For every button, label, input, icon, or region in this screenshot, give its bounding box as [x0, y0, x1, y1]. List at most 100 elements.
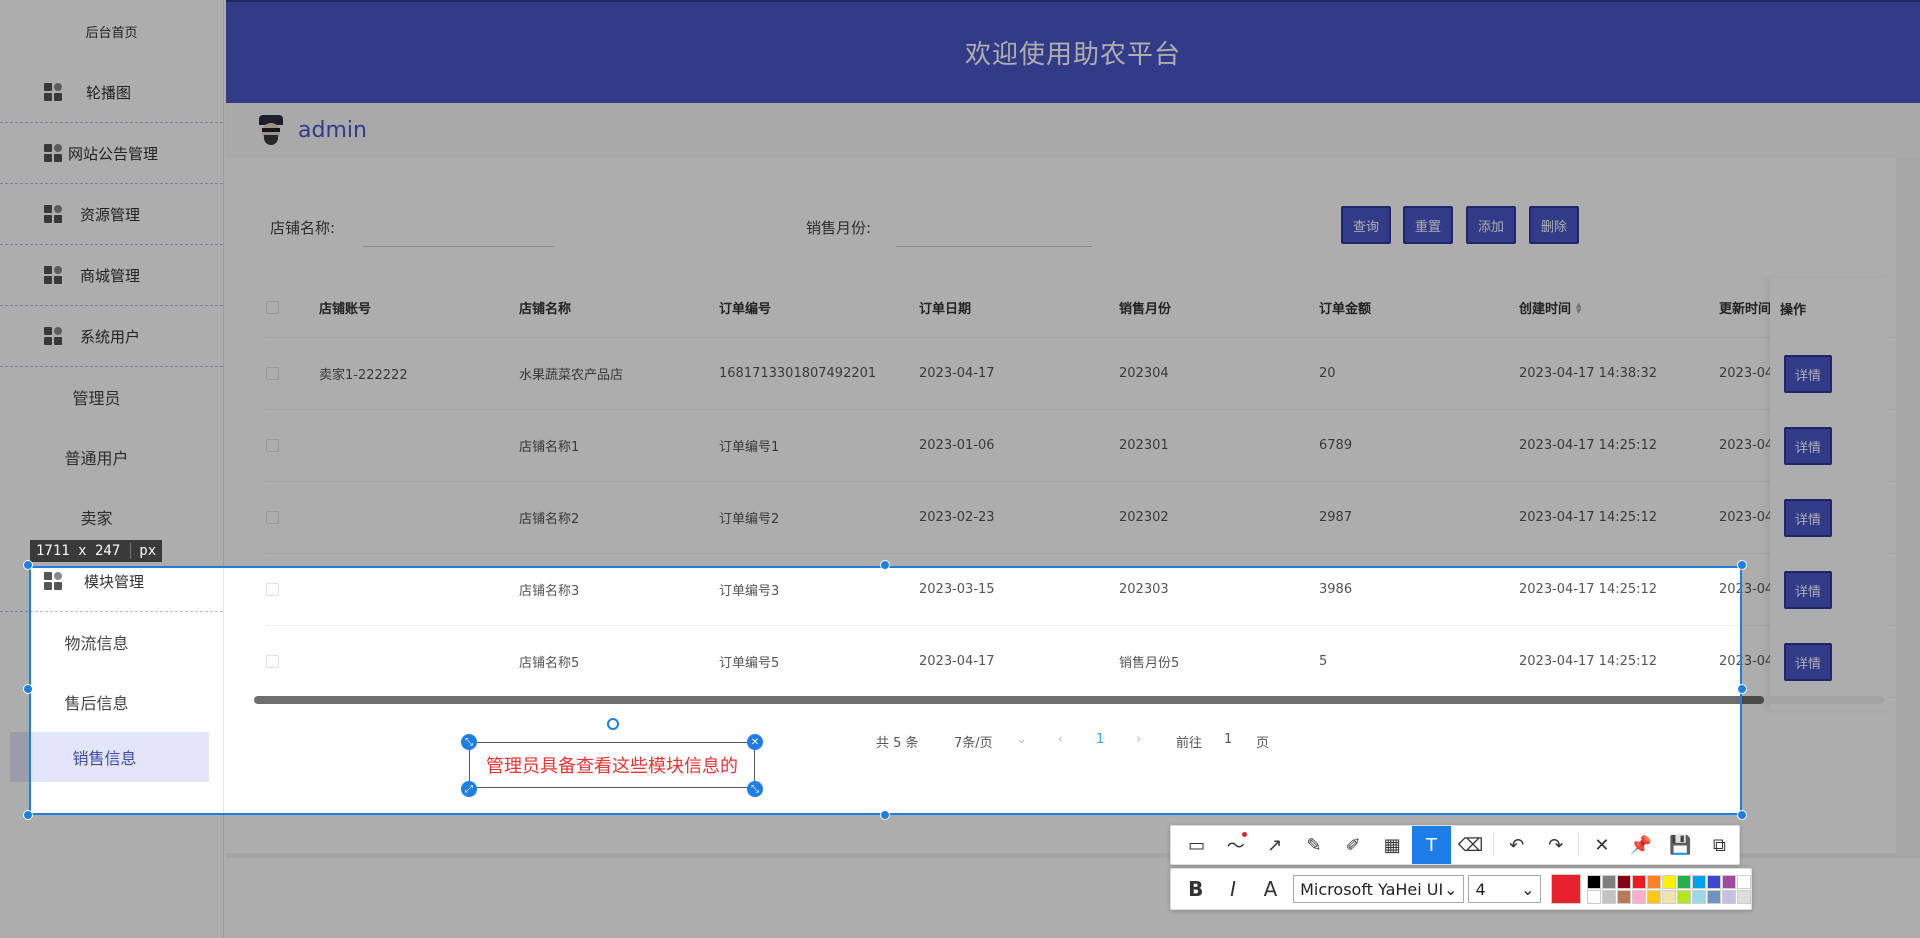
color-swatch[interactable]: [1692, 889, 1706, 904]
color-swatch[interactable]: [1662, 874, 1676, 889]
arrow-icon[interactable]: ↗: [1255, 826, 1294, 864]
color-swatch[interactable]: [1617, 874, 1631, 889]
sidebar-subitem-admin[interactable]: 管理员: [0, 367, 223, 427]
color-swatch[interactable]: [1677, 874, 1691, 889]
font-family-select[interactable]: Microsoft YaHei UI ⌄: [1293, 875, 1465, 903]
sidebar-subitem-after-sales[interactable]: 售后信息: [0, 672, 223, 732]
color-swatch[interactable]: [1602, 874, 1616, 889]
detail-button[interactable]: 详情: [1784, 499, 1832, 537]
sidebar-item-system-users[interactable]: 系统用户: [0, 306, 223, 367]
close-icon[interactable]: ✕: [747, 734, 763, 750]
table-cell: 2023-01-06: [919, 438, 995, 453]
reset-button[interactable]: 重置: [1403, 206, 1454, 244]
pen-icon[interactable]: ✎: [1294, 826, 1333, 864]
color-swatch[interactable]: [1737, 889, 1751, 904]
resize-handle[interactable]: [23, 684, 33, 694]
resize-handle[interactable]: [23, 560, 33, 570]
eraser-icon[interactable]: ⌫: [1451, 826, 1490, 864]
avatar[interactable]: [256, 113, 286, 149]
username[interactable]: admin: [298, 118, 367, 143]
sidebar-subitem-normal-user[interactable]: 普通用户: [0, 427, 223, 487]
scrollbar-thumb[interactable]: [254, 696, 1764, 704]
sidebar-subitem-seller[interactable]: 卖家: [0, 487, 223, 547]
sidebar-item-notice[interactable]: 网站公告管理: [0, 123, 223, 184]
text-icon[interactable]: T: [1411, 826, 1451, 864]
resize-handle[interactable]: [1737, 560, 1747, 570]
resize-handle[interactable]: [1737, 684, 1747, 694]
color-swatch[interactable]: [1587, 874, 1601, 889]
color-swatch[interactable]: [1632, 889, 1646, 904]
close-icon[interactable]: ✕: [1582, 826, 1621, 864]
detail-button[interactable]: 详情: [1784, 571, 1832, 609]
font-size-select[interactable]: 4 ⌄: [1468, 875, 1542, 903]
row-checkbox[interactable]: [266, 410, 279, 481]
row-checkbox[interactable]: [266, 554, 279, 625]
color-swatch[interactable]: [1587, 889, 1601, 904]
sales-month-input[interactable]: [896, 211, 1092, 247]
save-icon[interactable]: 💾: [1661, 826, 1700, 864]
page-number[interactable]: 1: [1096, 732, 1104, 747]
redo-icon[interactable]: ↷: [1536, 826, 1575, 864]
color-swatch[interactable]: [1647, 889, 1661, 904]
horizontal-scrollbar[interactable]: [254, 696, 1884, 704]
resize-arrows-icon[interactable]: ⤡: [747, 781, 763, 797]
next-page-icon[interactable]: ›: [1136, 732, 1141, 747]
resize-arrows-icon[interactable]: ⤢: [461, 781, 477, 797]
mosaic-icon[interactable]: ▦: [1373, 826, 1412, 864]
text-annotation[interactable]: 管理员具备查看这些模块信息的: [469, 742, 755, 788]
current-color-swatch[interactable]: [1551, 874, 1581, 904]
detail-button[interactable]: 详情: [1784, 643, 1832, 681]
color-swatch[interactable]: [1707, 889, 1721, 904]
menu-grid-icon: [44, 266, 64, 284]
detail-button[interactable]: 详情: [1784, 427, 1832, 465]
marker-icon[interactable]: ✐: [1334, 826, 1373, 864]
color-swatch[interactable]: [1677, 889, 1691, 904]
undo-icon[interactable]: ↶: [1497, 826, 1536, 864]
color-swatch[interactable]: [1722, 889, 1736, 904]
resize-handle[interactable]: [880, 810, 890, 820]
color-swatch[interactable]: [1617, 889, 1631, 904]
query-button[interactable]: 查询: [1341, 206, 1392, 244]
color-swatch[interactable]: [1662, 889, 1676, 904]
sidebar-item-resources[interactable]: 资源管理: [0, 184, 223, 245]
outline-text-icon[interactable]: A: [1252, 870, 1289, 908]
table-cell: 2023-03-15: [919, 582, 995, 597]
shape-icon[interactable]: ▭: [1177, 826, 1216, 864]
table-cell: 2023-04: [1719, 366, 1773, 381]
color-swatch[interactable]: [1722, 874, 1736, 889]
color-swatch[interactable]: [1632, 874, 1646, 889]
color-swatch[interactable]: [1707, 874, 1721, 889]
rotate-handle-icon[interactable]: [607, 718, 619, 730]
bold-icon[interactable]: B: [1177, 870, 1214, 908]
sidebar-item-mall[interactable]: 商城管理: [0, 245, 223, 306]
sidebar-subitem-logistics[interactable]: 物流信息: [0, 612, 223, 672]
prev-page-icon[interactable]: ‹: [1058, 732, 1063, 747]
sidebar-item-carousel[interactable]: 轮播图: [0, 62, 223, 123]
row-checkbox[interactable]: [266, 626, 279, 697]
row-checkbox[interactable]: [266, 482, 279, 553]
resize-handle[interactable]: [23, 810, 33, 820]
color-swatch[interactable]: [1737, 874, 1751, 889]
resize-handle[interactable]: [1737, 810, 1747, 820]
line-icon[interactable]: 〜: [1216, 826, 1255, 864]
sidebar-item-home[interactable]: 后台首页: [0, 0, 223, 62]
sidebar-subitem-sales[interactable]: 销售信息: [10, 732, 209, 782]
select-all-checkbox[interactable]: [266, 278, 279, 337]
column-header-created[interactable]: 创建时间 ▲ ▼: [1519, 278, 1581, 337]
copy-icon[interactable]: ⧉: [1700, 826, 1739, 864]
resize-handle[interactable]: [880, 560, 890, 570]
resize-arrows-icon[interactable]: ⤡: [461, 734, 477, 750]
italic-icon[interactable]: I: [1214, 870, 1251, 908]
color-swatch[interactable]: [1602, 889, 1616, 904]
pin-icon[interactable]: 📌: [1622, 826, 1661, 864]
page-size-select[interactable]: 7条/页: [954, 732, 993, 751]
sort-icon[interactable]: ▲ ▼: [1576, 301, 1581, 314]
color-swatch[interactable]: [1692, 874, 1706, 889]
goto-page-input[interactable]: 1: [1224, 732, 1232, 747]
delete-button[interactable]: 删除: [1529, 206, 1580, 244]
row-checkbox[interactable]: [266, 338, 279, 409]
detail-button[interactable]: 详情: [1784, 355, 1832, 393]
shop-name-input[interactable]: [362, 211, 554, 247]
color-swatch[interactable]: [1647, 874, 1661, 889]
add-button[interactable]: 添加: [1466, 206, 1517, 244]
